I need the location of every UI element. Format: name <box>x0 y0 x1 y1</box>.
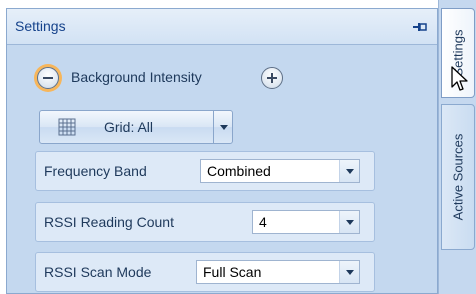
rssi-scan-mode-label: RSSI Scan Mode <box>44 264 152 280</box>
grid-button[interactable]: Grid: All <box>40 111 214 143</box>
increase-intensity-button[interactable] <box>261 67 283 89</box>
chevron-down-icon[interactable] <box>220 125 228 130</box>
rssi-scan-mode-value: Full Scan <box>203 264 262 280</box>
frequency-band-select[interactable]: Combined <box>200 159 360 183</box>
minus-circle-icon <box>43 77 53 79</box>
side-tab-strip: Settings Active Sources <box>438 0 476 294</box>
chevron-down-icon <box>346 169 354 174</box>
rssi-reading-count-dropdown-button[interactable] <box>339 211 359 233</box>
tab-active-sources-label: Active Sources <box>450 133 466 221</box>
rssi-scan-mode-dropdown-button[interactable] <box>339 261 359 283</box>
rssi-reading-count-group: RSSI Reading Count 4 <box>35 202 375 242</box>
grid-split-button[interactable]: Grid: All <box>39 110 233 144</box>
grid-label: Grid: All <box>104 119 154 135</box>
frequency-band-dropdown-button[interactable] <box>339 160 359 182</box>
rssi-reading-count-label: RSSI Reading Count <box>44 214 174 230</box>
rssi-scan-mode-group: RSSI Scan Mode Full Scan <box>35 252 375 292</box>
chevron-down-icon <box>346 220 354 225</box>
rssi-reading-count-value: 4 <box>259 214 267 230</box>
pin-icon[interactable] <box>413 22 427 32</box>
panel-title: Settings <box>15 18 66 34</box>
background-intensity-label: Background Intensity <box>71 69 202 85</box>
frequency-band-group: Frequency Band Combined <box>35 151 375 191</box>
tab-active-sources[interactable]: Active Sources <box>441 104 475 250</box>
decrease-intensity-button[interactable] <box>37 67 59 89</box>
mouse-cursor-icon <box>451 66 468 91</box>
panel-header: Settings <box>7 9 437 45</box>
frequency-band-value: Combined <box>207 163 271 179</box>
frequency-band-label: Frequency Band <box>44 163 147 179</box>
rssi-reading-count-select[interactable]: 4 <box>252 210 360 234</box>
grid-icon <box>58 118 76 136</box>
chevron-down-icon <box>346 270 354 275</box>
settings-panel: Settings Background Intensity Grid: All … <box>6 8 438 294</box>
rssi-scan-mode-select[interactable]: Full Scan <box>196 260 360 284</box>
background-intensity-row: Background Intensity <box>37 65 337 91</box>
